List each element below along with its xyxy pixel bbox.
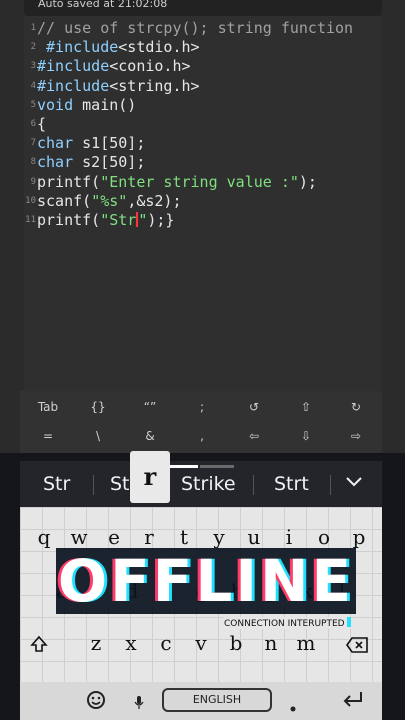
offline-text: OFFLINE bbox=[57, 547, 355, 615]
key-q[interactable]: q bbox=[32, 525, 56, 549]
code-text: #include<conio.h> bbox=[37, 57, 191, 76]
code-line[interactable]: 6{ bbox=[24, 115, 382, 134]
code-text: void main() bbox=[37, 95, 137, 114]
key-y[interactable]: y bbox=[207, 525, 231, 549]
toolbar-key[interactable]: ↻ bbox=[336, 400, 376, 414]
code-text: printf("Enter string value :"); bbox=[37, 172, 317, 191]
toolbar-key[interactable]: ↺ bbox=[234, 400, 274, 414]
suggestion-divider bbox=[330, 475, 331, 495]
code-line[interactable]: 4 #include<string.h> bbox=[24, 77, 382, 96]
enter-icon[interactable] bbox=[342, 690, 364, 713]
toolbar-key[interactable]: ⇦ bbox=[234, 429, 274, 443]
code-line[interactable]: 3 #include<conio.h> bbox=[24, 57, 382, 76]
shift-icon[interactable] bbox=[30, 635, 48, 657]
code-line[interactable]: 2 #include<stdio.h> bbox=[24, 38, 382, 57]
space-bar-label: ENGLISH bbox=[192, 693, 242, 706]
suggestion-item[interactable]: Strt bbox=[274, 473, 309, 495]
mic-icon[interactable] bbox=[134, 694, 144, 715]
chevron-down-icon[interactable] bbox=[345, 474, 363, 493]
key-t[interactable]: t bbox=[172, 525, 196, 549]
space-bar[interactable]: ENGLISH bbox=[162, 688, 272, 712]
suggestion-item[interactable]: Str bbox=[43, 473, 70, 495]
suggestion-item[interactable]: Strike bbox=[181, 473, 236, 495]
code-text: char s2[50]; bbox=[37, 153, 146, 172]
symbol-toolbar: Tab {} “”; ↺ ⇧ ↻ = \ &, ⇦ ⇩ ⇨ bbox=[20, 391, 382, 453]
key-i[interactable]: i bbox=[277, 525, 301, 549]
connection-status: CONNECTION INTERUPTED bbox=[224, 617, 351, 629]
toolbar-key[interactable]: ⇧ bbox=[286, 400, 326, 414]
toolbar-key[interactable]: ; bbox=[182, 400, 222, 414]
key-x[interactable]: x bbox=[119, 631, 143, 655]
line-number: 1 bbox=[30, 23, 36, 33]
key-w[interactable]: w bbox=[67, 525, 91, 549]
line-number: 7 bbox=[30, 138, 36, 149]
key-u[interactable]: u bbox=[242, 525, 266, 549]
code-text: #include<string.h> bbox=[37, 76, 200, 95]
line-number: 2 bbox=[30, 42, 36, 53]
key-b[interactable]: b bbox=[224, 631, 248, 655]
key-c[interactable]: c bbox=[154, 631, 178, 655]
code-text: char s1[50]; bbox=[37, 134, 146, 153]
line-number: 11 bbox=[25, 215, 36, 225]
code-line[interactable]: 11 printf("Str ");} bbox=[24, 211, 382, 230]
code-line[interactable]: 1// use of strcpy(); string function bbox=[24, 19, 382, 38]
code-text: scanf("%s",&s2); bbox=[37, 191, 182, 210]
toolbar-key[interactable]: {} bbox=[78, 400, 118, 414]
key-e[interactable]: e bbox=[102, 525, 126, 549]
toolbar-key[interactable]: = bbox=[28, 429, 68, 443]
key-n[interactable]: n bbox=[259, 631, 283, 655]
emoji-icon[interactable] bbox=[86, 690, 106, 715]
code-text: // use of strcpy(); string function bbox=[37, 19, 354, 37]
code-line[interactable]: 8 char s2[50]; bbox=[24, 153, 382, 172]
key-p[interactable]: p bbox=[347, 525, 371, 549]
suggestion-divider bbox=[253, 475, 254, 495]
drag-handle[interactable] bbox=[168, 454, 234, 468]
line-number: 5 bbox=[30, 99, 36, 110]
line-number: 3 bbox=[30, 61, 36, 72]
code-line[interactable]: 5 void main() bbox=[24, 96, 382, 115]
key-z[interactable]: z bbox=[84, 631, 108, 655]
key-m[interactable]: m bbox=[294, 631, 318, 655]
code-line[interactable]: 9 printf("Enter string value :"); bbox=[24, 173, 382, 192]
code-line[interactable]: 7 char s1[50]; bbox=[24, 134, 382, 153]
key-o[interactable]: o bbox=[312, 525, 336, 549]
code-text: printf("Str ");} bbox=[37, 211, 175, 229]
line-number: 10 bbox=[25, 195, 36, 206]
line-number: 6 bbox=[30, 119, 36, 129]
line-number: 8 bbox=[30, 157, 36, 168]
key-v[interactable]: v bbox=[189, 631, 213, 655]
toolbar-key[interactable]: \ bbox=[78, 429, 118, 443]
code-text: #include<stdio.h> bbox=[37, 38, 200, 57]
code-editor[interactable]: 1// use of strcpy(); string function 2 #i… bbox=[24, 16, 382, 391]
dot-icon[interactable] bbox=[290, 696, 296, 717]
toolbar-key[interactable]: & bbox=[130, 429, 170, 443]
key-preview-popup: r bbox=[130, 451, 170, 503]
code-line[interactable]: 10 scanf("%s",&s2); bbox=[24, 192, 382, 211]
suggestion-divider bbox=[93, 475, 94, 495]
toolbar-key[interactable]: , bbox=[182, 429, 222, 443]
toolbar-key[interactable]: Tab bbox=[28, 400, 68, 414]
autosave-status: Auto saved at 21:02:08 bbox=[38, 0, 168, 10]
key-preview-letter: r bbox=[143, 462, 157, 491]
line-number: 9 bbox=[30, 176, 36, 187]
code-text: { bbox=[37, 115, 47, 133]
toolbar-key[interactable]: “” bbox=[130, 400, 170, 414]
line-number: 4 bbox=[30, 80, 36, 91]
key-r[interactable]: r bbox=[137, 525, 161, 549]
backspace-icon[interactable] bbox=[346, 637, 368, 657]
offline-banner: OFFLINE bbox=[56, 548, 356, 614]
toolbar-key[interactable]: ⇩ bbox=[286, 429, 326, 443]
toolbar-key[interactable]: ⇨ bbox=[336, 429, 376, 443]
status-bar: Auto saved at 21:02:08 bbox=[24, 0, 382, 16]
